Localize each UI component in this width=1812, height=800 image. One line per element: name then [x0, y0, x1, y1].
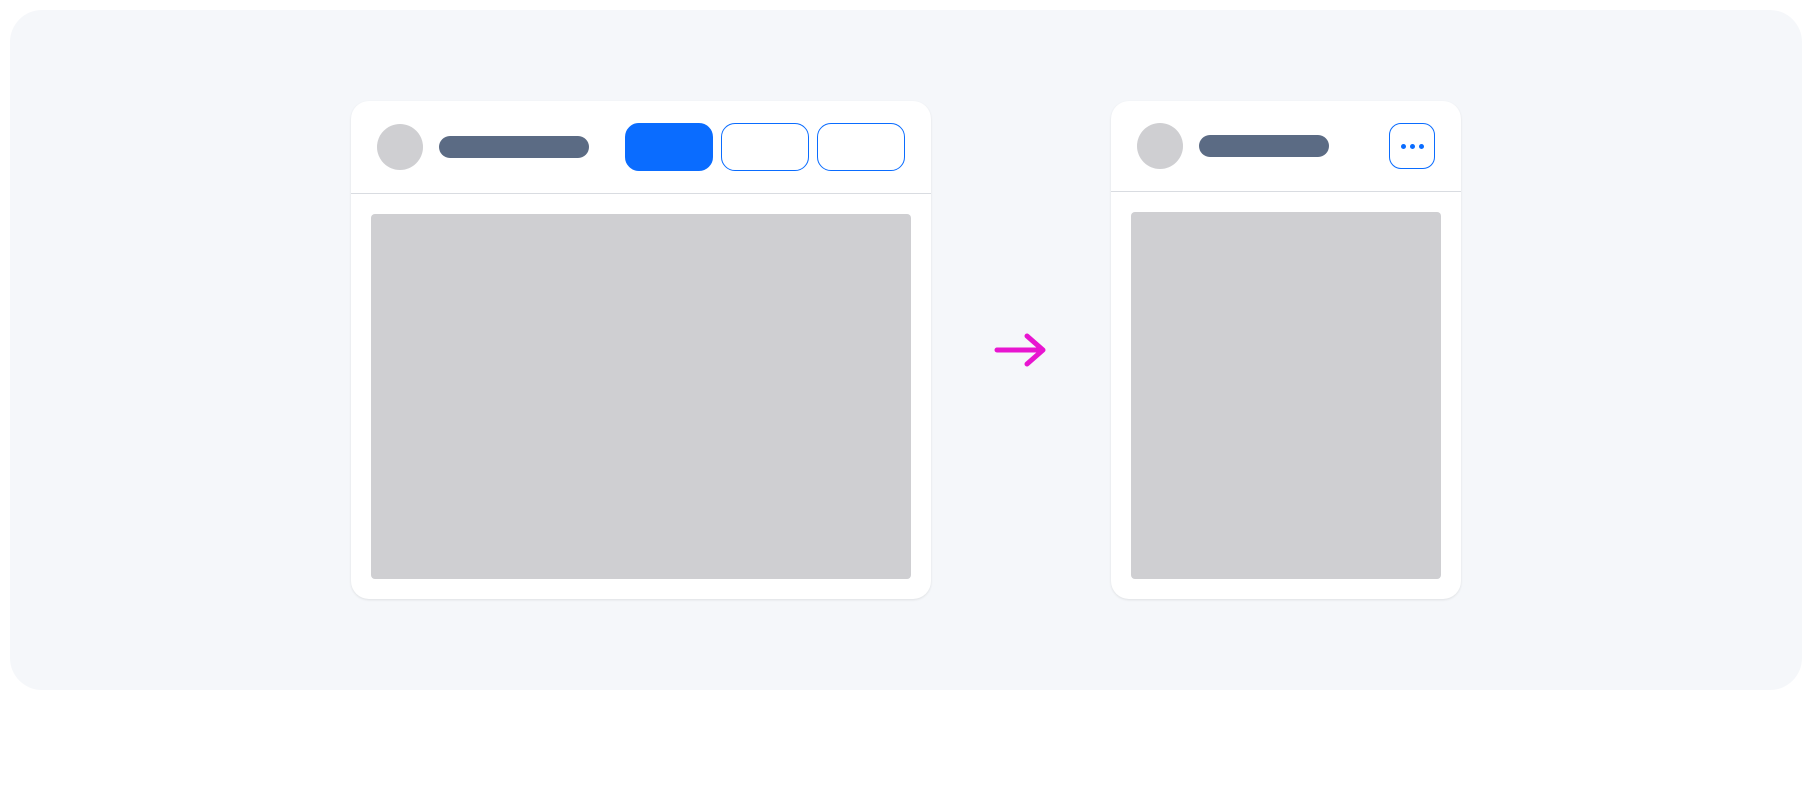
arrow-right-icon — [991, 328, 1051, 372]
title-placeholder — [439, 136, 589, 158]
card-wide-body — [351, 194, 931, 599]
more-button[interactable] — [1389, 123, 1435, 169]
outline-button-1[interactable] — [721, 123, 809, 171]
content-placeholder — [1131, 212, 1441, 579]
primary-button[interactable] — [625, 123, 713, 171]
avatar-placeholder — [1137, 123, 1183, 169]
avatar-placeholder — [377, 124, 423, 170]
card-narrow — [1111, 101, 1461, 599]
card-wide-header — [351, 101, 931, 194]
more-horizontal-icon — [1419, 144, 1424, 149]
more-horizontal-icon — [1410, 144, 1415, 149]
content-placeholder — [371, 214, 911, 579]
card-narrow-body — [1111, 192, 1461, 599]
outline-button-2[interactable] — [817, 123, 905, 171]
more-horizontal-icon — [1401, 144, 1406, 149]
button-group — [625, 123, 905, 171]
diagram-canvas — [10, 10, 1802, 690]
card-narrow-header — [1111, 101, 1461, 192]
card-wide — [351, 101, 931, 599]
title-placeholder — [1199, 135, 1329, 157]
